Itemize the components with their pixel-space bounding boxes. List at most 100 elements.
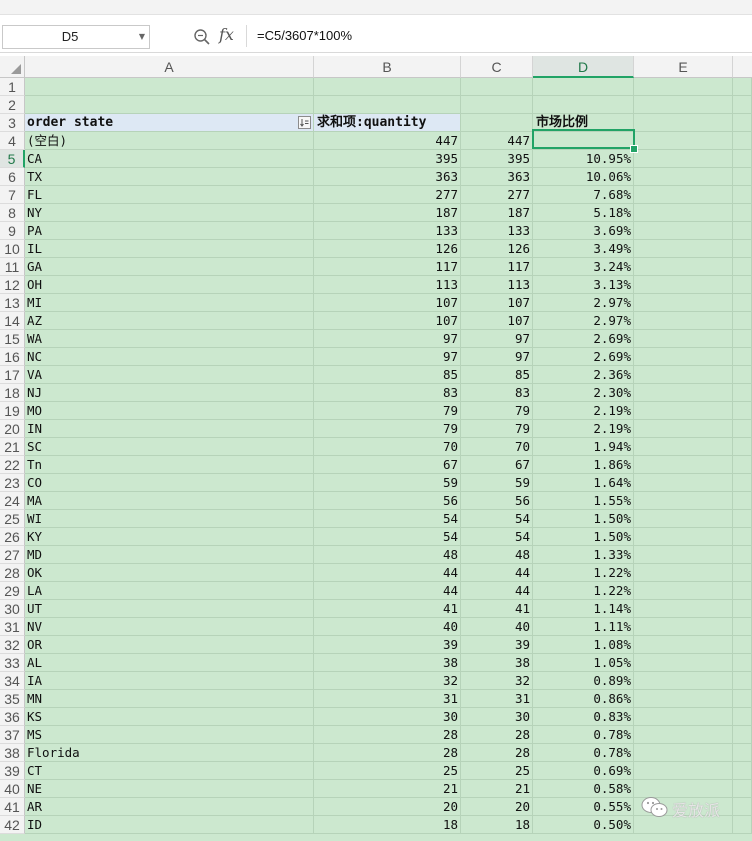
cell-f[interactable] <box>733 636 752 654</box>
row-header[interactable]: 29 <box>0 582 25 600</box>
cell-b[interactable]: 79 <box>314 420 461 438</box>
cell-f[interactable] <box>733 96 752 114</box>
cell-d[interactable]: 2.97% <box>533 312 634 330</box>
cell-e[interactable] <box>634 690 733 708</box>
row-header[interactable]: 22 <box>0 456 25 474</box>
column-header-a[interactable]: A <box>25 56 314 78</box>
cell-b[interactable]: 187 <box>314 204 461 222</box>
cell-c[interactable]: 187 <box>461 204 533 222</box>
cell-c[interactable]: 70 <box>461 438 533 456</box>
cell-a[interactable]: (空白) <box>25 132 314 150</box>
row-header[interactable]: 38 <box>0 744 25 762</box>
insert-function-button[interactable]: fx <box>219 25 234 44</box>
cell-c[interactable]: 21 <box>461 780 533 798</box>
cell-a[interactable]: OH <box>25 276 314 294</box>
cell-d[interactable]: 0.78% <box>533 726 634 744</box>
cell-a[interactable]: SC <box>25 438 314 456</box>
cell-b[interactable]: 44 <box>314 582 461 600</box>
cell-a[interactable]: PA <box>25 222 314 240</box>
column-header-e[interactable]: E <box>634 56 733 78</box>
cell-d[interactable]: 3.69% <box>533 222 634 240</box>
cell-e[interactable] <box>634 312 733 330</box>
cell-f[interactable] <box>733 456 752 474</box>
cell-a[interactable]: NJ <box>25 384 314 402</box>
cell-f[interactable] <box>733 420 752 438</box>
cell-b[interactable]: 39 <box>314 636 461 654</box>
cell-e[interactable] <box>634 402 733 420</box>
cell-f[interactable] <box>733 600 752 618</box>
cell-c[interactable]: 126 <box>461 240 533 258</box>
cell-b[interactable]: 117 <box>314 258 461 276</box>
row-header[interactable]: 35 <box>0 690 25 708</box>
cell-d[interactable]: 2.36% <box>533 366 634 384</box>
cell-f[interactable] <box>733 744 752 762</box>
cell-e[interactable] <box>634 222 733 240</box>
cell-e[interactable] <box>634 726 733 744</box>
cell-e[interactable] <box>634 510 733 528</box>
cell-b[interactable]: 21 <box>314 780 461 798</box>
cell-f[interactable] <box>733 330 752 348</box>
cell-b[interactable]: 447 <box>314 132 461 150</box>
row-header[interactable]: 6 <box>0 168 25 186</box>
cell-e[interactable] <box>634 204 733 222</box>
cell-f[interactable] <box>733 618 752 636</box>
cell-e[interactable] <box>634 564 733 582</box>
chevron-down-icon[interactable]: ▼ <box>139 26 145 48</box>
cell-b[interactable]: 38 <box>314 654 461 672</box>
row-header[interactable]: 20 <box>0 420 25 438</box>
cell-e[interactable] <box>634 258 733 276</box>
cell-c[interactable]: 39 <box>461 636 533 654</box>
cell-d[interactable]: 0.55% <box>533 798 634 816</box>
cell-b[interactable]: 求和项:quantity <box>314 114 461 132</box>
row-header[interactable]: 11 <box>0 258 25 276</box>
cell-f[interactable] <box>733 312 752 330</box>
row-header[interactable]: 28 <box>0 564 25 582</box>
cell-b[interactable]: 277 <box>314 186 461 204</box>
cell-d[interactable]: 7.68% <box>533 186 634 204</box>
cell-d[interactable]: 2.69% <box>533 330 634 348</box>
fill-handle[interactable] <box>630 145 638 153</box>
cell-a[interactable]: NE <box>25 780 314 798</box>
cell-a[interactable]: MD <box>25 546 314 564</box>
cell-c[interactable]: 97 <box>461 348 533 366</box>
row-header[interactable]: 12 <box>0 276 25 294</box>
row-header[interactable]: 40 <box>0 780 25 798</box>
cell-b[interactable]: 54 <box>314 510 461 528</box>
cell-a[interactable]: IA <box>25 672 314 690</box>
cell-d[interactable]: 1.05% <box>533 654 634 672</box>
cell-c[interactable] <box>461 78 533 96</box>
cell-a[interactable]: NV <box>25 618 314 636</box>
cell-c[interactable]: 447 <box>461 132 533 150</box>
cell-a[interactable]: OK <box>25 564 314 582</box>
cell-e[interactable] <box>634 186 733 204</box>
cell-e[interactable] <box>634 348 733 366</box>
cell-d[interactable]: 0.86% <box>533 690 634 708</box>
cell-b[interactable]: 107 <box>314 294 461 312</box>
cell-b[interactable]: 30 <box>314 708 461 726</box>
cell-c[interactable]: 79 <box>461 420 533 438</box>
cell-e[interactable] <box>634 456 733 474</box>
cell-f[interactable] <box>733 402 752 420</box>
cell-e[interactable] <box>634 132 733 150</box>
cell-c[interactable] <box>461 96 533 114</box>
cell-c[interactable]: 18 <box>461 816 533 834</box>
cell-e[interactable] <box>634 600 733 618</box>
cell-c[interactable]: 44 <box>461 582 533 600</box>
cell-d[interactable] <box>533 78 634 96</box>
cell-f[interactable] <box>733 762 752 780</box>
cell-c[interactable]: 133 <box>461 222 533 240</box>
cell-c[interactable]: 44 <box>461 564 533 582</box>
row-header[interactable]: 23 <box>0 474 25 492</box>
cell-d[interactable]: 0.83% <box>533 708 634 726</box>
cell-b[interactable]: 48 <box>314 546 461 564</box>
row-header[interactable]: 37 <box>0 726 25 744</box>
cell-c[interactable]: 20 <box>461 798 533 816</box>
cell-e[interactable] <box>634 492 733 510</box>
cell-f[interactable] <box>733 798 752 816</box>
row-header[interactable]: 41 <box>0 798 25 816</box>
cell-b[interactable]: 113 <box>314 276 461 294</box>
cell-a[interactable]: ID <box>25 816 314 834</box>
cell-a[interactable]: order state <box>25 114 314 132</box>
cell-c[interactable]: 83 <box>461 384 533 402</box>
cell-c[interactable]: 67 <box>461 456 533 474</box>
